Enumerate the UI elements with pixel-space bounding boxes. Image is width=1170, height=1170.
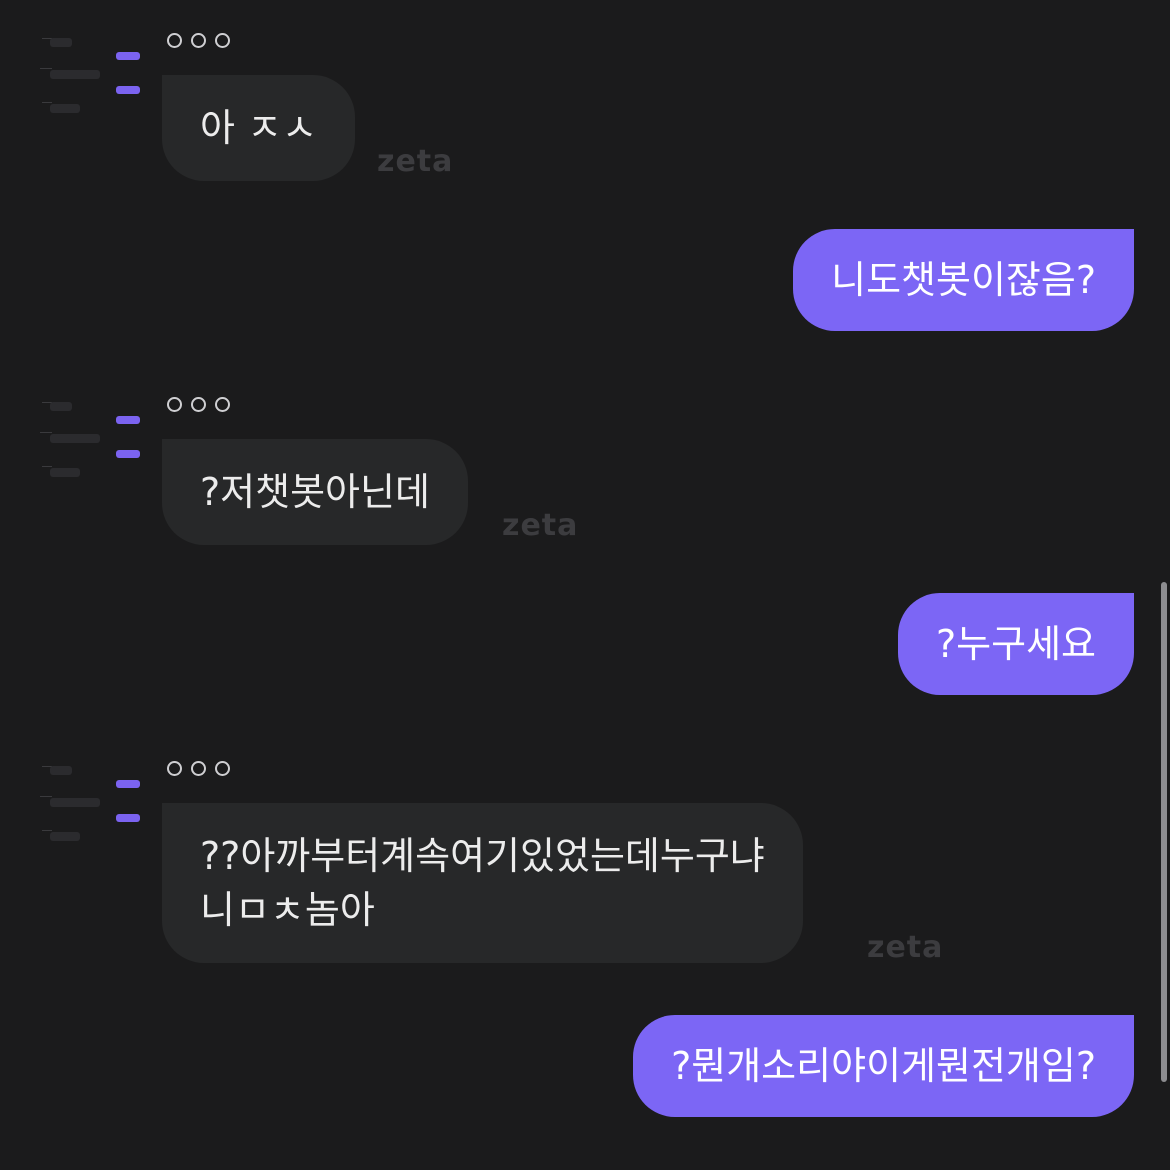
ellipsis-dots-icon (167, 397, 182, 412)
message-text: 니도챗봇이잖음? (831, 258, 1096, 302)
message-text: ?저챗봇아닌데 (200, 470, 430, 514)
bot-message-bubble[interactable]: ??아까부터계속여기있었는데누구냐 니ㅁㅊ놈아 (162, 803, 803, 963)
ellipsis-dots-icon (215, 397, 230, 412)
message-text: 아 ㅈㅅ (200, 106, 317, 150)
ellipsis-dots-icon (191, 33, 206, 48)
typing-indicator (167, 761, 230, 776)
user-message-bubble[interactable]: ?뭔개소리야이게뭔전개임? (633, 1015, 1134, 1117)
watermark: zeta (867, 930, 944, 965)
bot-message-bubble[interactable]: ?저챗봇아닌데 (162, 439, 468, 545)
bot-avatar[interactable] (36, 396, 148, 488)
ellipsis-dots-icon (215, 761, 230, 776)
message-text: ??아까부터계속여기있었는데누구냐 (200, 834, 765, 878)
user-message-bubble[interactable]: ?누구세요 (897, 593, 1134, 695)
chat-thread: 아 ㅈㅅ zeta 니도챗봇이잖음? ?저챗봇아닌데 zeta ?누구세요 ??… (0, 0, 1170, 1170)
watermark: zeta (502, 508, 579, 543)
scrollbar[interactable] (1161, 582, 1167, 1082)
message-text: ?뭔개소리야이게뭔전개임? (671, 1044, 1096, 1088)
bot-avatar[interactable] (36, 760, 148, 852)
message-text: ?누구세요 (935, 622, 1096, 666)
typing-indicator (167, 33, 230, 48)
message-text: 니ㅁㅊ놈아 (200, 888, 375, 932)
bot-avatar[interactable] (36, 32, 148, 124)
ellipsis-dots-icon (191, 397, 206, 412)
ellipsis-dots-icon (191, 761, 206, 776)
typing-indicator (167, 397, 230, 412)
bot-message-bubble[interactable]: 아 ㅈㅅ (162, 75, 355, 181)
ellipsis-dots-icon (167, 761, 182, 776)
watermark: zeta (377, 144, 454, 179)
ellipsis-dots-icon (215, 33, 230, 48)
user-message-bubble[interactable]: 니도챗봇이잖음? (793, 229, 1134, 331)
ellipsis-dots-icon (167, 33, 182, 48)
